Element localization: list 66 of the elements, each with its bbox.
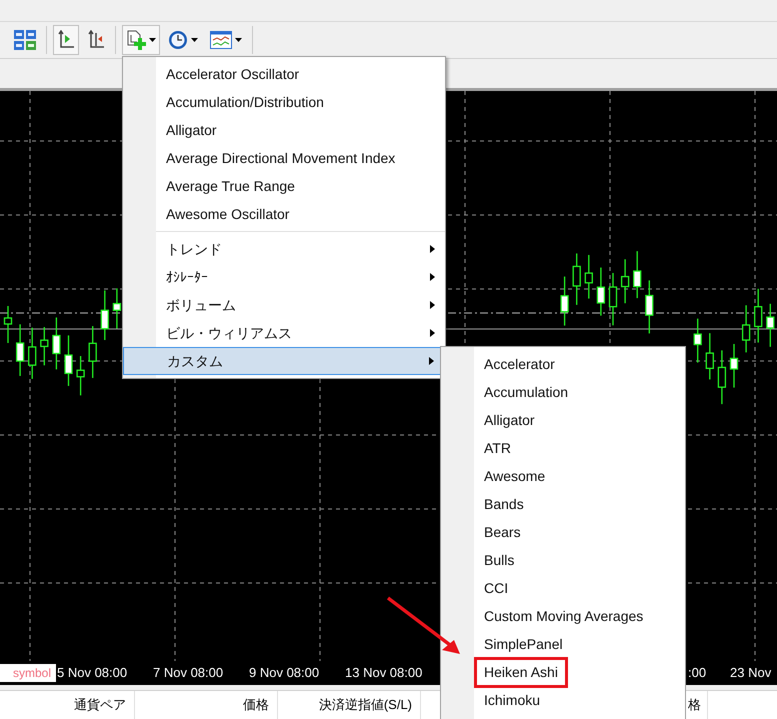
candle [572, 253, 581, 305]
menu-item[interactable]: Bands [484, 494, 524, 514]
menu-item[interactable]: Average True Range [156, 172, 445, 200]
menu-item[interactable]: Alligator [156, 116, 445, 144]
candle [28, 328, 36, 379]
candle [730, 344, 738, 388]
symbol-label: symbol [0, 664, 56, 682]
candle [596, 268, 606, 316]
window-layout-icon [14, 30, 36, 50]
menu-item[interactable]: Accumulation [484, 382, 568, 402]
menu-item[interactable]: Bears [484, 522, 521, 542]
menu-item[interactable]: Awesome [484, 466, 546, 486]
candle [16, 324, 24, 376]
candle [52, 317, 61, 370]
menu-item[interactable]: Ichimoku [484, 690, 540, 710]
menu-item[interactable]: Accelerator [484, 354, 555, 374]
time-axis-label: 5 Nov 08:00 [57, 664, 128, 682]
column-header[interactable]: 価格 [135, 691, 278, 719]
candle [706, 333, 714, 380]
time-axis-label: 23 Nov [730, 664, 772, 682]
menu-item[interactable]: Average Directional Movement Index [156, 144, 445, 172]
clock-icon [168, 30, 188, 50]
column-header[interactable]: 格 [688, 691, 708, 719]
menu-item[interactable]: Heiken Ashi [474, 656, 568, 688]
candle [100, 290, 109, 340]
candle [4, 306, 12, 343]
menu-item[interactable]: ビル・ウィリアムス [156, 319, 445, 347]
menu-item[interactable]: Accelerator Oscillator [156, 60, 445, 88]
axis-shift-icon [87, 30, 105, 50]
time-axis-label: :00 [688, 664, 706, 682]
candle [754, 288, 762, 343]
menu-item[interactable]: SimplePanel [484, 634, 563, 654]
menu-item[interactable]: Awesome Oscillator [156, 200, 445, 228]
column-header[interactable]: 通貨ペア [0, 691, 135, 719]
candle [64, 335, 73, 386]
time-axis-label: 9 Nov 08:00 [249, 664, 320, 682]
candle [40, 327, 48, 366]
column-header[interactable]: 決済逆指値(S/L) [278, 691, 421, 719]
menu-item[interactable]: Bulls [484, 550, 514, 570]
menu-item[interactable]: Accumulation/Distribution [156, 88, 445, 116]
candle [76, 356, 85, 396]
candle [694, 318, 702, 363]
candle [742, 305, 750, 352]
chart-template-icon [210, 31, 232, 49]
candle [88, 326, 97, 378]
candle [620, 259, 630, 304]
candle [645, 280, 654, 334]
add-indicator-icon [126, 30, 146, 50]
menu-item[interactable]: ボリューム [156, 291, 445, 319]
candle [633, 251, 642, 298]
menu-item[interactable]: Custom Moving Averages [484, 606, 644, 626]
time-axis-label: 13 Nov 08:00 [345, 664, 422, 682]
menu-item[interactable]: CCI [484, 578, 508, 598]
menu-item[interactable]: トレンド [156, 235, 445, 263]
toolbar-button[interactable] [122, 25, 160, 55]
menu-item[interactable]: Alligator [484, 410, 535, 430]
candle [766, 304, 774, 347]
axis-scroll-icon [57, 30, 75, 50]
candle [560, 276, 569, 326]
toolbar-button[interactable] [53, 25, 79, 55]
candle [608, 272, 618, 326]
time-axis-label: 7 Nov 08:00 [153, 664, 224, 682]
menu-item[interactable]: ｵｼﾚｰﾀｰ [156, 263, 445, 291]
menu-item[interactable]: ATR [484, 438, 511, 458]
candle [584, 254, 593, 299]
candle [718, 350, 726, 404]
